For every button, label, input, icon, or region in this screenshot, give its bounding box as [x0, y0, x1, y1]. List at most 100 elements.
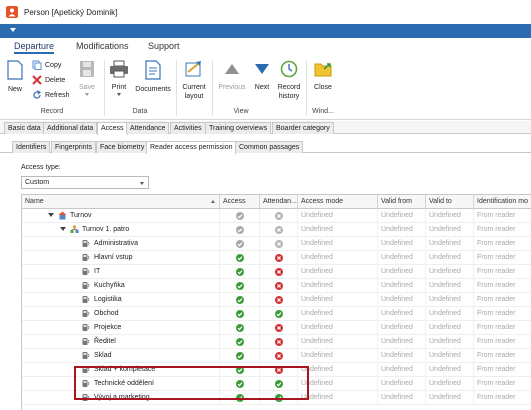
column-header-valid-from[interactable]: Valid from — [378, 195, 426, 209]
valid-to-cell[interactable]: Undefined — [426, 349, 474, 363]
identification-mode-cell[interactable]: From reader — [474, 307, 531, 321]
table-row[interactable]: Obchod Undefined Undefined Undefined From re… — [22, 307, 531, 321]
documents-button[interactable]: Documents — [134, 60, 172, 94]
identification-mode-cell[interactable]: From reader — [474, 279, 531, 293]
access-cell[interactable] — [220, 293, 260, 307]
ribbon-tab-modifications[interactable]: Modifications — [76, 41, 129, 51]
attendance-cell[interactable] — [260, 293, 298, 307]
attendance-cell[interactable] — [260, 237, 298, 251]
attendance-cell[interactable] — [260, 321, 298, 335]
current-layout-button[interactable]: Current layout — [179, 60, 209, 101]
access-type-select[interactable]: Custom — [21, 176, 149, 189]
qat-dropdown-icon[interactable] — [10, 28, 16, 32]
tab-training-overviews[interactable]: Training overviews — [205, 122, 272, 134]
save-button[interactable]: Save — [76, 60, 98, 96]
valid-from-cell[interactable]: Undefined — [378, 363, 426, 377]
access-mode-cell[interactable]: Undefined — [298, 251, 378, 265]
valid-to-cell[interactable]: Undefined — [426, 363, 474, 377]
access-cell[interactable] — [220, 251, 260, 265]
column-header-name[interactable]: Name — [22, 195, 220, 209]
valid-from-cell[interactable]: Undefined — [378, 377, 426, 391]
access-cell[interactable] — [220, 307, 260, 321]
valid-from-cell[interactable]: Undefined — [378, 209, 426, 223]
access-mode-cell[interactable]: Undefined — [298, 321, 378, 335]
access-cell[interactable] — [220, 321, 260, 335]
valid-to-cell[interactable]: Undefined — [426, 279, 474, 293]
attendance-cell[interactable] — [260, 265, 298, 279]
close-button[interactable]: Close — [310, 60, 336, 92]
tab-reader-access-permission[interactable]: Reader access permission — [146, 141, 237, 154]
table-row[interactable]: Turnov 1. patro Undefined Undefined Undefin… — [22, 223, 531, 237]
identification-mode-cell[interactable]: From reader — [474, 391, 531, 405]
access-mode-cell[interactable]: Undefined — [298, 391, 378, 405]
identification-mode-cell[interactable]: From reader — [474, 251, 531, 265]
valid-from-cell[interactable]: Undefined — [378, 321, 426, 335]
identification-mode-cell[interactable]: From reader — [474, 321, 531, 335]
tab-attendance[interactable]: Attendance — [126, 122, 170, 134]
table-row[interactable]: Projekce Undefined Undefined Undefined From … — [22, 321, 531, 335]
access-mode-cell[interactable]: Undefined — [298, 349, 378, 363]
column-header-valid-to[interactable]: Valid to — [426, 195, 474, 209]
valid-from-cell[interactable]: Undefined — [378, 293, 426, 307]
copy-button[interactable]: Copy — [32, 59, 61, 71]
column-header-attendance[interactable]: Attendan... — [260, 195, 298, 209]
record-history-button[interactable]: Record history — [274, 60, 304, 101]
valid-from-cell[interactable]: Undefined — [378, 279, 426, 293]
access-mode-cell[interactable]: Undefined — [298, 209, 378, 223]
access-mode-cell[interactable]: Undefined — [298, 279, 378, 293]
attendance-cell[interactable] — [260, 349, 298, 363]
access-mode-cell[interactable]: Undefined — [298, 265, 378, 279]
access-mode-cell[interactable]: Undefined — [298, 293, 378, 307]
valid-to-cell[interactable]: Undefined — [426, 223, 474, 237]
valid-to-cell[interactable]: Undefined — [426, 293, 474, 307]
access-cell[interactable] — [220, 223, 260, 237]
tab-access[interactable]: Access — [97, 122, 128, 135]
table-row[interactable]: Kuchyňka Undefined Undefined Undefined From … — [22, 279, 531, 293]
tab-activities[interactable]: Activities — [170, 122, 206, 134]
attendance-cell[interactable] — [260, 209, 298, 223]
tab-fingerprints[interactable]: Fingerprints — [51, 141, 96, 153]
tab-common-passages[interactable]: Common passages — [235, 141, 304, 153]
table-row[interactable]: Ředitel Undefined Undefined Undefined From r… — [22, 335, 531, 349]
valid-to-cell[interactable]: Undefined — [426, 335, 474, 349]
access-cell[interactable] — [220, 209, 260, 223]
delete-button[interactable]: Delete — [32, 74, 65, 86]
column-header-access-mode[interactable]: Access mode — [298, 195, 378, 209]
access-cell[interactable] — [220, 265, 260, 279]
access-mode-cell[interactable]: Undefined — [298, 307, 378, 321]
attendance-cell[interactable] — [260, 251, 298, 265]
valid-from-cell[interactable]: Undefined — [378, 265, 426, 279]
valid-from-cell[interactable]: Undefined — [378, 223, 426, 237]
tab-face-biometry[interactable]: Face biometry — [96, 141, 149, 153]
tab-identifiers[interactable]: Identifiers — [12, 141, 51, 153]
identification-mode-cell[interactable]: From reader — [474, 293, 531, 307]
valid-to-cell[interactable]: Undefined — [426, 265, 474, 279]
access-cell[interactable] — [220, 237, 260, 251]
ribbon-tab-support[interactable]: Support — [148, 41, 180, 51]
column-header-access[interactable]: Access — [220, 195, 260, 209]
identification-mode-cell[interactable]: From reader — [474, 265, 531, 279]
tab-additional-data[interactable]: Additional data — [43, 122, 98, 134]
access-mode-cell[interactable]: Undefined — [298, 377, 378, 391]
valid-to-cell[interactable]: Undefined — [426, 209, 474, 223]
valid-from-cell[interactable]: Undefined — [378, 349, 426, 363]
tab-boarder-category[interactable]: Boarder category — [272, 122, 334, 134]
attendance-cell[interactable] — [260, 279, 298, 293]
new-button[interactable]: New — [4, 60, 26, 94]
table-row[interactable]: IT Undefined Undefined Undefined From reader — [22, 265, 531, 279]
table-row[interactable]: Hlavní vstup Undefined Undefined Undefined F… — [22, 251, 531, 265]
previous-button[interactable]: Previous — [216, 60, 248, 92]
valid-from-cell[interactable]: Undefined — [378, 391, 426, 405]
valid-to-cell[interactable]: Undefined — [426, 251, 474, 265]
valid-to-cell[interactable]: Undefined — [426, 321, 474, 335]
valid-to-cell[interactable]: Undefined — [426, 307, 474, 321]
valid-to-cell[interactable]: Undefined — [426, 377, 474, 391]
valid-from-cell[interactable]: Undefined — [378, 251, 426, 265]
identification-mode-cell[interactable]: From reader — [474, 223, 531, 237]
attendance-cell[interactable] — [260, 335, 298, 349]
valid-from-cell[interactable]: Undefined — [378, 307, 426, 321]
print-button[interactable]: Print — [108, 60, 130, 96]
tab-basic-data[interactable]: Basic data — [4, 122, 45, 134]
expand-icon[interactable] — [60, 227, 66, 231]
identification-mode-cell[interactable]: From reader — [474, 209, 531, 223]
